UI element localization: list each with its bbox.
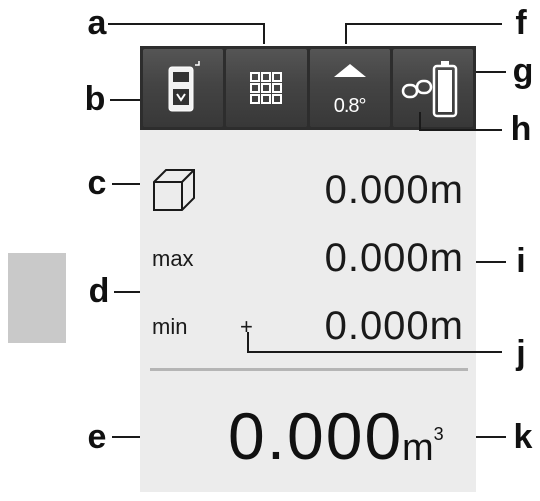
callout-h: h bbox=[510, 110, 532, 148]
callout-e: e bbox=[87, 418, 107, 456]
callout-f: f bbox=[515, 4, 527, 42]
callout-b: b bbox=[84, 80, 106, 118]
callout-j: j bbox=[516, 334, 526, 372]
callout-g: g bbox=[512, 52, 534, 90]
callout-a: a bbox=[87, 4, 107, 42]
callout-i: i bbox=[516, 242, 526, 280]
callout-c: c bbox=[87, 164, 107, 202]
callout-d: d bbox=[88, 272, 110, 310]
callout-k: k bbox=[513, 418, 533, 456]
leader-lines bbox=[108, 23, 506, 438]
